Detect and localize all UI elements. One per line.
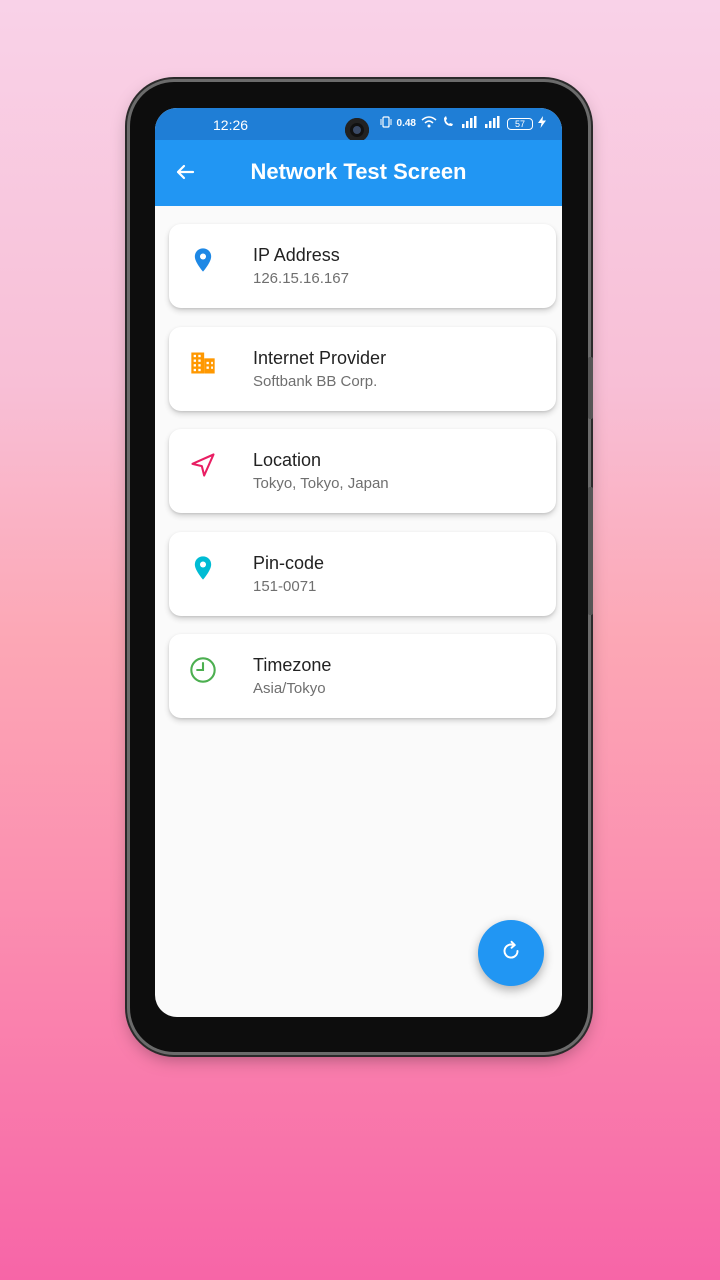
charging-icon	[538, 116, 546, 131]
card-label: Internet Provider	[253, 347, 387, 368]
card-label: Timezone	[253, 655, 332, 675]
info-card-timezone[interactable]: Timezone Asia/Tokyo	[169, 634, 556, 718]
card-label: Location	[253, 450, 322, 470]
card-label: Pin-code	[253, 552, 325, 573]
card-label: IP Address	[253, 245, 340, 265]
location-pin-icon	[189, 554, 217, 582]
info-card-internet-provider[interactable]: Internet Provider Softbank BB Corp.	[169, 326, 556, 411]
info-list: IP Address 126.15.16.167 Internet Provid…	[169, 224, 556, 737]
battery-icon: 57	[507, 117, 533, 130]
card-value: Asia/Tokyo	[253, 680, 326, 697]
app-screen: 12:26 0.48 57 Network Test Screen IP Add…	[155, 108, 562, 1017]
navigation-arrow-icon	[189, 451, 217, 479]
call-icon	[442, 116, 456, 131]
vibrate-icon	[380, 116, 392, 131]
status-time: 12:26	[213, 117, 249, 133]
camera-cutout	[345, 118, 369, 142]
location-pin-icon	[189, 246, 217, 274]
page-title: Network Test Screen	[250, 159, 467, 184]
building-icon	[189, 349, 217, 377]
wifi-icon	[421, 116, 437, 131]
info-card-ip-address[interactable]: IP Address 126.15.16.167	[169, 224, 556, 308]
refresh-button[interactable]	[478, 920, 544, 986]
card-value: 151-0071	[253, 577, 317, 595]
status-icons: 0.48 57	[380, 116, 546, 131]
app-bar: Network Test Screen	[155, 140, 562, 206]
card-value: Tokyo, Tokyo, Japan	[253, 475, 389, 492]
power-button	[588, 487, 593, 615]
info-card-location[interactable]: Location Tokyo, Tokyo, Japan	[169, 429, 556, 513]
phone-frame: 12:26 0.48 57 Network Test Screen IP Add…	[130, 82, 593, 1052]
refresh-icon	[498, 938, 524, 969]
signal-icon	[461, 116, 479, 131]
card-value: Softbank BB Corp.	[253, 372, 378, 390]
signal-icon	[484, 116, 502, 131]
volume-button	[588, 357, 593, 419]
net-speed: 0.48	[396, 118, 416, 129]
info-card-pin-code[interactable]: Pin-code 151-0071	[169, 531, 556, 616]
card-value: 126.15.16.167	[253, 270, 349, 287]
clock-icon	[189, 656, 217, 684]
battery-level: 57	[514, 118, 525, 129]
